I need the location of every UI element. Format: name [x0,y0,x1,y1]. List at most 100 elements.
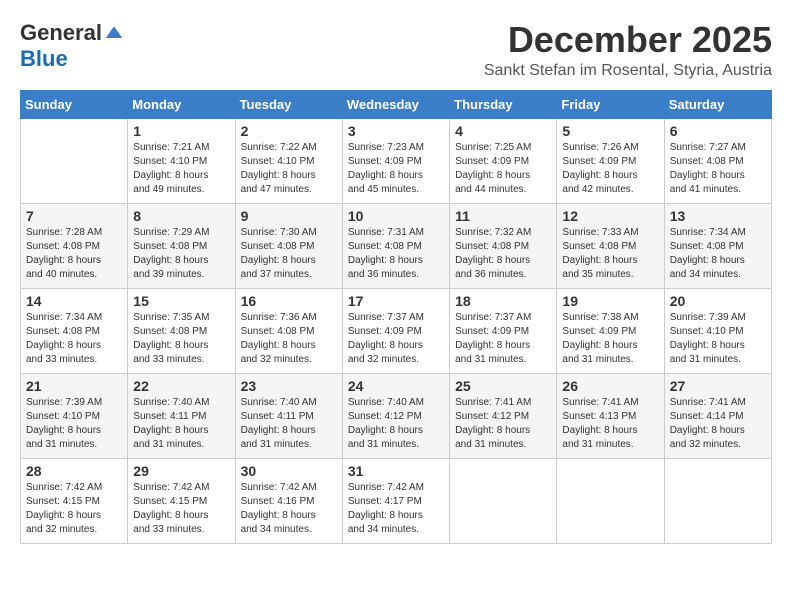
day-number: 9 [241,208,337,224]
day-number: 18 [455,293,551,309]
calendar-week-row: 28 Sunrise: 7:42 AM Sunset: 4:15 PM Dayli… [21,458,772,543]
day-number: 23 [241,378,337,394]
day-info: Sunrise: 7:28 AM Sunset: 4:08 PM Dayligh… [26,226,122,282]
calendar-cell: 2Sunrise: 7:22 AM Sunset: 4:10 PM Daylig… [235,118,342,203]
calendar-cell: 14 Sunrise: 7:34 AM Sunset: 4:08 PM Dayli… [21,288,128,373]
calendar-cell: 21 Sunrise: 7:39 AM Sunset: 4:10 PM Dayli… [21,373,128,458]
weekday-header-friday: Friday [557,90,664,118]
day-number: 19 [562,293,658,309]
calendar-cell: 6 Sunrise: 7:27 AM Sunset: 4:08 PM Daylig… [664,118,771,203]
day-info: Sunrise: 7:42 AM Sunset: 4:17 PM Dayligh… [348,481,444,537]
day-number: 30 [241,463,337,479]
day-number: 7 [26,208,122,224]
location-title: Sankt Stefan im Rosental, Styria, Austri… [484,62,772,80]
calendar-cell: 8Sunrise: 7:29 AM Sunset: 4:08 PM Daylig… [128,203,235,288]
day-number: 16 [241,293,337,309]
day-number: 29 [133,463,229,479]
calendar-cell: 10 Sunrise: 7:31 AM Sunset: 4:08 PM Dayli… [342,203,449,288]
day-info: Sunrise: 7:41 AM Sunset: 4:12 PM Dayligh… [455,396,551,452]
day-number: 2 [241,123,337,139]
calendar-cell: 27 Sunrise: 7:41 AM Sunset: 4:14 PM Dayli… [664,373,771,458]
logo-blue-text: Blue [20,46,68,72]
day-info: Sunrise: 7:33 AM Sunset: 4:08 PM Dayligh… [562,226,658,282]
day-info: Sunrise: 7:34 AM Sunset: 4:08 PM Dayligh… [26,311,122,367]
day-info: Sunrise: 7:41 AM Sunset: 4:14 PM Dayligh… [670,396,766,452]
day-info: Sunrise: 7:26 AM Sunset: 4:09 PM Dayligh… [562,141,658,197]
weekday-header-row: SundayMondayTuesdayWednesdayThursdayFrid… [21,90,772,118]
day-number: 14 [26,293,122,309]
title-section: December 2025 Sankt Stefan im Rosental, … [484,20,772,80]
calendar-cell: 22 Sunrise: 7:40 AM Sunset: 4:11 PM Dayli… [128,373,235,458]
day-info: Sunrise: 7:25 AM Sunset: 4:09 PM Dayligh… [455,141,551,197]
day-info: Sunrise: 7:29 AM Sunset: 4:08 PM Dayligh… [133,226,229,282]
calendar-cell: 1Sunrise: 7:21 AM Sunset: 4:10 PM Daylig… [128,118,235,203]
day-info: Sunrise: 7:36 AM Sunset: 4:08 PM Dayligh… [241,311,337,367]
calendar-week-row: 21 Sunrise: 7:39 AM Sunset: 4:10 PM Dayli… [21,373,772,458]
day-info: Sunrise: 7:21 AM Sunset: 4:10 PM Dayligh… [133,141,229,197]
day-info: Sunrise: 7:27 AM Sunset: 4:08 PM Dayligh… [670,141,766,197]
calendar-cell: 4 Sunrise: 7:25 AM Sunset: 4:09 PM Daylig… [450,118,557,203]
day-info: Sunrise: 7:38 AM Sunset: 4:09 PM Dayligh… [562,311,658,367]
calendar-cell: 20 Sunrise: 7:39 AM Sunset: 4:10 PM Dayli… [664,288,771,373]
day-info: Sunrise: 7:42 AM Sunset: 4:15 PM Dayligh… [26,481,122,537]
day-number: 17 [348,293,444,309]
day-info: Sunrise: 7:40 AM Sunset: 4:11 PM Dayligh… [133,396,229,452]
weekday-header-thursday: Thursday [450,90,557,118]
calendar-cell: 29 Sunrise: 7:42 AM Sunset: 4:15 PM Dayli… [128,458,235,543]
day-number: 25 [455,378,551,394]
day-info: Sunrise: 7:39 AM Sunset: 4:10 PM Dayligh… [670,311,766,367]
calendar-cell: 13 Sunrise: 7:34 AM Sunset: 4:08 PM Dayli… [664,203,771,288]
calendar-week-row: 1Sunrise: 7:21 AM Sunset: 4:10 PM Daylig… [21,118,772,203]
weekday-header-tuesday: Tuesday [235,90,342,118]
day-number: 4 [455,123,551,139]
day-info: Sunrise: 7:42 AM Sunset: 4:15 PM Dayligh… [133,481,229,537]
calendar-cell: 31Sunrise: 7:42 AM Sunset: 4:17 PM Dayli… [342,458,449,543]
day-info: Sunrise: 7:31 AM Sunset: 4:08 PM Dayligh… [348,226,444,282]
day-number: 22 [133,378,229,394]
calendar-cell: 17Sunrise: 7:37 AM Sunset: 4:09 PM Dayli… [342,288,449,373]
day-number: 11 [455,208,551,224]
day-number: 6 [670,123,766,139]
calendar-cell: 26 Sunrise: 7:41 AM Sunset: 4:13 PM Dayli… [557,373,664,458]
day-number: 24 [348,378,444,394]
day-number: 21 [26,378,122,394]
calendar-cell [21,118,128,203]
calendar-cell: 7 Sunrise: 7:28 AM Sunset: 4:08 PM Daylig… [21,203,128,288]
calendar-table: SundayMondayTuesdayWednesdayThursdayFrid… [20,90,772,544]
day-number: 15 [133,293,229,309]
page-header: General Blue December 2025 Sankt Stefan … [20,20,772,80]
day-number: 20 [670,293,766,309]
calendar-cell: 25 Sunrise: 7:41 AM Sunset: 4:12 PM Dayli… [450,373,557,458]
day-number: 26 [562,378,658,394]
day-number: 27 [670,378,766,394]
calendar-cell [664,458,771,543]
day-number: 28 [26,463,122,479]
calendar-cell [450,458,557,543]
day-info: Sunrise: 7:34 AM Sunset: 4:08 PM Dayligh… [670,226,766,282]
logo-general-text: General [20,20,102,46]
calendar-cell: 30 Sunrise: 7:42 AM Sunset: 4:16 PM Dayli… [235,458,342,543]
weekday-header-saturday: Saturday [664,90,771,118]
calendar-cell: 11Sunrise: 7:32 AM Sunset: 4:08 PM Dayli… [450,203,557,288]
calendar-cell: 9Sunrise: 7:30 AM Sunset: 4:08 PM Daylig… [235,203,342,288]
day-number: 5 [562,123,658,139]
calendar-cell: 15 Sunrise: 7:35 AM Sunset: 4:08 PM Dayli… [128,288,235,373]
day-info: Sunrise: 7:23 AM Sunset: 4:09 PM Dayligh… [348,141,444,197]
day-number: 13 [670,208,766,224]
calendar-cell [557,458,664,543]
weekday-header-sunday: Sunday [21,90,128,118]
day-number: 10 [348,208,444,224]
calendar-cell: 24 Sunrise: 7:40 AM Sunset: 4:12 PM Dayli… [342,373,449,458]
day-info: Sunrise: 7:40 AM Sunset: 4:12 PM Dayligh… [348,396,444,452]
day-info: Sunrise: 7:42 AM Sunset: 4:16 PM Dayligh… [241,481,337,537]
day-info: Sunrise: 7:35 AM Sunset: 4:08 PM Dayligh… [133,311,229,367]
day-number: 12 [562,208,658,224]
day-info: Sunrise: 7:40 AM Sunset: 4:11 PM Dayligh… [241,396,337,452]
calendar-cell: 23 Sunrise: 7:40 AM Sunset: 4:11 PM Dayli… [235,373,342,458]
calendar-week-row: 14 Sunrise: 7:34 AM Sunset: 4:08 PM Dayli… [21,288,772,373]
calendar-cell: 28 Sunrise: 7:42 AM Sunset: 4:15 PM Dayli… [21,458,128,543]
calendar-cell: 5 Sunrise: 7:26 AM Sunset: 4:09 PM Daylig… [557,118,664,203]
day-info: Sunrise: 7:41 AM Sunset: 4:13 PM Dayligh… [562,396,658,452]
day-info: Sunrise: 7:39 AM Sunset: 4:10 PM Dayligh… [26,396,122,452]
calendar-cell: 16 Sunrise: 7:36 AM Sunset: 4:08 PM Dayli… [235,288,342,373]
